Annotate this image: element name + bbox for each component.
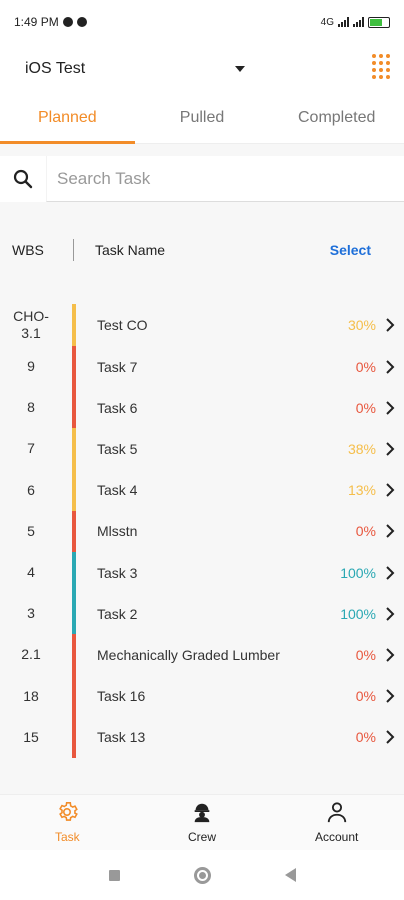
task-name: Task 13 — [97, 729, 146, 746]
task-wbs: 9 — [27, 358, 35, 375]
task-percent: 100% — [340, 564, 376, 581]
task-name: Task 2 — [97, 605, 138, 622]
nav-label-crew: Crew — [188, 830, 217, 844]
task-wbs: 8 — [27, 399, 35, 416]
task-wbs: 4 — [27, 564, 35, 581]
chevron-right-icon[interactable] — [376, 317, 404, 333]
chevron-down-icon[interactable] — [235, 66, 245, 72]
grid-dots-icon[interactable] — [372, 54, 390, 79]
search-icon — [0, 169, 46, 189]
wbs-column-header: WBS — [12, 242, 44, 258]
status-bar: 1:49 PM 4G — [0, 0, 404, 44]
search-bar — [0, 156, 404, 202]
task-name: Test CO — [97, 317, 148, 333]
task-name: Task 7 — [97, 358, 138, 375]
task-percent: 0% — [355, 646, 376, 663]
task-name: Task 4 — [97, 482, 138, 499]
task-wbs: 18 — [23, 687, 39, 704]
task-percent: 30% — [347, 317, 376, 333]
project-selector[interactable]: iOS Test — [25, 60, 85, 78]
app-header: iOS Test — [0, 44, 404, 94]
system-nav-bar — [0, 850, 404, 900]
task-percent: 0% — [355, 523, 376, 540]
select-button[interactable]: Select — [330, 242, 404, 258]
gear-icon — [56, 801, 79, 826]
chevron-right-icon[interactable] — [376, 606, 404, 622]
task-row[interactable]: 3 Task 2 100% — [0, 593, 404, 635]
task-wbs: 6 — [27, 481, 35, 498]
task-name: Task 16 — [97, 688, 146, 705]
task-row[interactable]: 18 Task 16 0% — [0, 675, 404, 717]
nav-item-task[interactable]: Task — [0, 795, 135, 850]
task-name: Mlsstn — [97, 523, 138, 540]
signal-icon — [338, 17, 349, 27]
task-row[interactable]: 15 Task 13 0% — [0, 716, 404, 758]
nav-label-task: Task — [54, 830, 80, 844]
task-row[interactable]: 2.1 Mechanically Graded Lumber 0% — [0, 634, 404, 676]
task-name-column-header: Task Name — [95, 242, 166, 258]
chevron-right-icon[interactable] — [376, 359, 404, 375]
tab-completed[interactable]: Completed — [269, 94, 404, 143]
task-row[interactable]: 4 Task 3 100% — [0, 551, 404, 594]
task-percent: 100% — [340, 605, 376, 622]
task-tabs: Planned Pulled Completed — [0, 94, 404, 144]
status-app-icon — [76, 17, 87, 27]
task-wbs: 3 — [27, 605, 35, 622]
task-wbs: CHO- 3.1 — [13, 308, 49, 341]
task-wbs: 7 — [27, 440, 35, 457]
task-percent: 13% — [347, 482, 376, 499]
crew-icon — [191, 801, 213, 826]
list-header: WBS Task Name Select — [0, 226, 404, 274]
chevron-right-icon[interactable] — [376, 523, 404, 539]
nav-label-account: Account — [315, 830, 359, 844]
chevron-right-icon[interactable] — [376, 688, 404, 704]
task-percent: 38% — [347, 440, 376, 457]
task-wbs: 5 — [27, 522, 35, 539]
task-list: CHO- 3.1 Test CO 30% 9 Task 7 0% 8 Task 6 0% 7 Tas… — [0, 304, 404, 758]
task-percent: 0% — [355, 399, 376, 416]
task-percent: 0% — [355, 358, 376, 375]
bottom-nav: Task Crew Account — [0, 794, 404, 850]
task-percent: 0% — [355, 688, 376, 705]
task-name: Task 6 — [97, 399, 138, 416]
home-icon[interactable] — [193, 866, 211, 884]
task-row[interactable]: 5 Mlsstn 0% — [0, 510, 404, 552]
battery-icon — [368, 16, 390, 28]
tab-planned[interactable]: Planned — [0, 94, 135, 144]
task-percent: 0% — [355, 729, 376, 746]
nav-item-crew[interactable]: Crew — [135, 795, 270, 850]
recents-icon[interactable] — [108, 869, 120, 881]
chevron-right-icon[interactable] — [376, 647, 404, 663]
task-wbs: 2.1 — [21, 646, 41, 663]
tab-pulled[interactable]: Pulled — [135, 94, 270, 143]
chevron-right-icon[interactable] — [376, 400, 404, 416]
status-app-icon — [62, 17, 73, 27]
task-name: Task 3 — [97, 564, 138, 581]
task-row[interactable]: 9 Task 7 0% — [0, 346, 404, 388]
chevron-right-icon[interactable] — [376, 565, 404, 581]
chevron-right-icon[interactable] — [376, 441, 404, 457]
nav-item-account[interactable]: Account — [269, 795, 404, 850]
chevron-right-icon[interactable] — [376, 482, 404, 498]
task-name: Mechanically Graded Lumber — [97, 646, 280, 663]
task-wbs: 15 — [23, 728, 39, 745]
network-label: 4G — [320, 16, 334, 28]
chevron-right-icon[interactable] — [376, 729, 404, 745]
task-row[interactable]: 8 Task 6 0% — [0, 387, 404, 429]
task-name: Task 5 — [97, 440, 138, 457]
search-input[interactable] — [46, 156, 404, 202]
task-row[interactable]: 6 Task 4 13% — [0, 469, 404, 511]
status-time: 1:49 PM — [14, 15, 59, 29]
back-icon[interactable] — [284, 868, 296, 882]
person-icon — [326, 801, 348, 826]
signal-icon — [353, 17, 364, 27]
task-row[interactable]: CHO- 3.1 Test CO 30% — [0, 304, 404, 346]
task-row[interactable]: 7 Task 5 38% — [0, 428, 404, 470]
